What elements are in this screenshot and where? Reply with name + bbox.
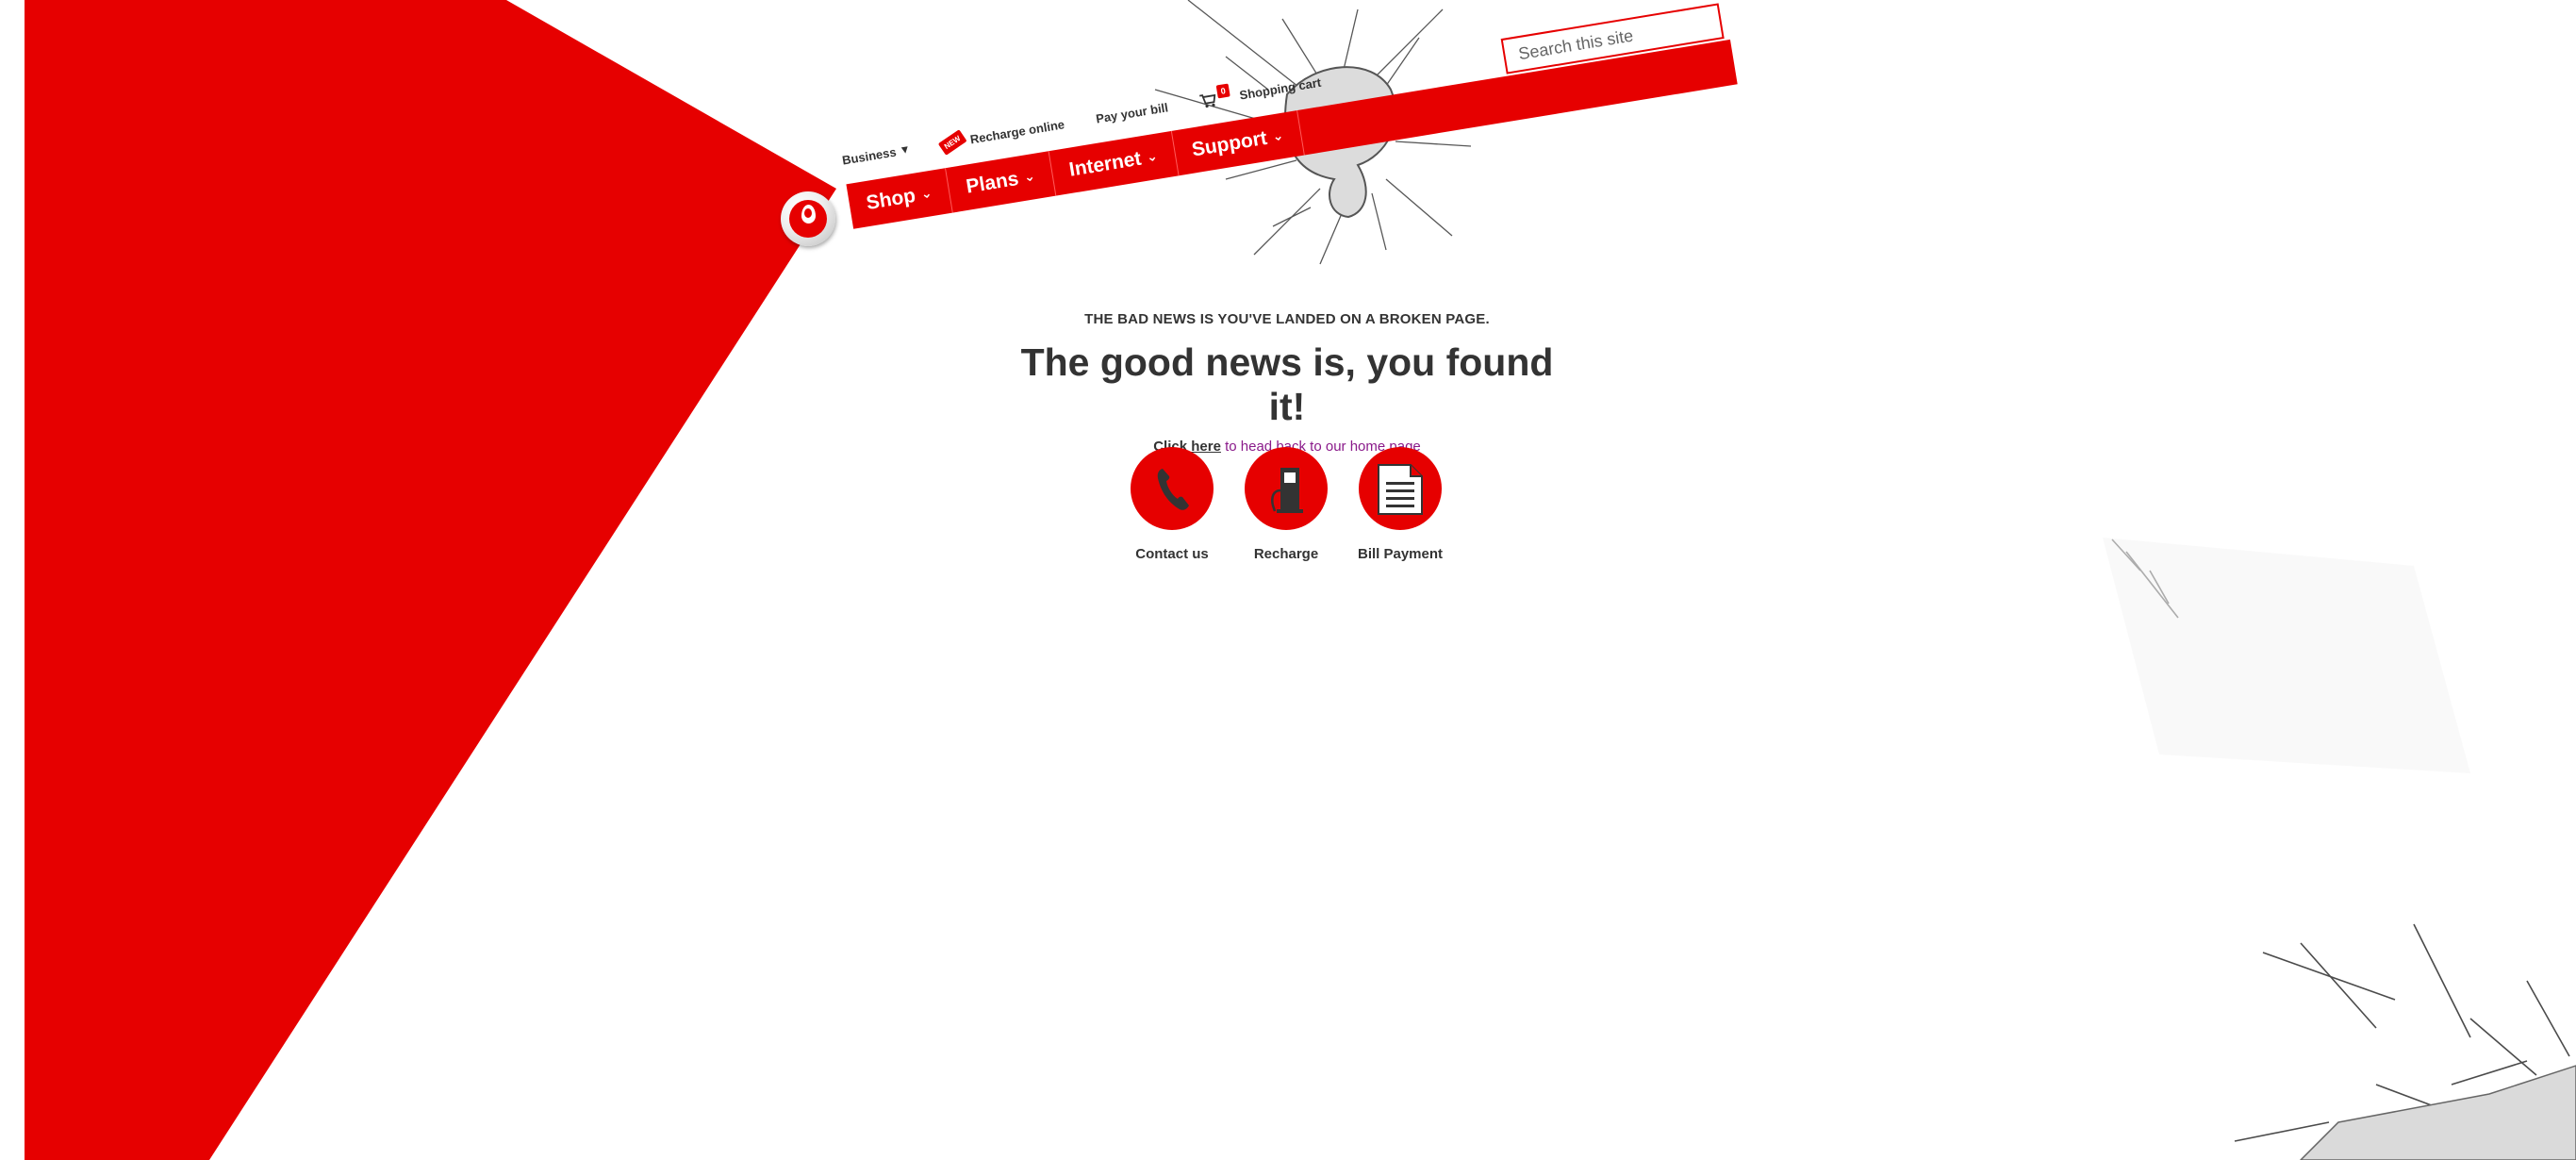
recharge-online-link[interactable]: NEW Recharge online [937, 116, 1065, 156]
business-link[interactable]: Business ▾ [841, 141, 910, 168]
page-title: The good news is, you found it! [1020, 340, 1554, 428]
nav-item-plans[interactable]: Plans ⌄ [946, 151, 1057, 213]
chevron-down-icon: ⌄ [1145, 147, 1159, 164]
chevron-down-icon: ⌄ [919, 184, 933, 202]
red-wedge-shape [25, 0, 836, 1160]
document-icon [1378, 464, 1423, 515]
contact-us-circle [1131, 447, 1214, 530]
left-edge-strip [0, 0, 25, 1160]
contact-us-label: Contact us [1135, 546, 1209, 562]
bill-payment-label: Bill Payment [1357, 546, 1444, 562]
chevron-down-icon: ⌄ [1271, 126, 1285, 144]
error-page: Business ▾ NEW Recharge online Pay your … [0, 0, 2576, 1160]
vodafone-logo[interactable] [781, 191, 835, 246]
fuel-pump-icon [1271, 468, 1303, 513]
speechmark-icon [801, 205, 816, 224]
error-message: THE BAD NEWS IS YOU'VE LANDED ON A BROKE… [1004, 311, 1570, 455]
nav-item-shop[interactable]: Shop ⌄ [846, 168, 954, 229]
business-label: Business [841, 143, 898, 168]
recharge-link[interactable]: Recharge [1245, 447, 1328, 562]
quick-links: Contact us Recharge Bill Payment [1131, 447, 1444, 562]
bill-payment-link[interactable]: Bill Payment [1357, 447, 1444, 562]
glass-shard-shape [2103, 538, 2470, 773]
cart-icon [1199, 93, 1216, 108]
recharge-online-label: Recharge online [968, 116, 1065, 146]
contact-us-link[interactable]: Contact us [1131, 447, 1214, 562]
nav-item-label: Shop [865, 184, 917, 215]
shopping-cart-link[interactable]: 0 Shopping cart [1198, 75, 1322, 109]
pay-bill-label: Pay your bill [1095, 99, 1169, 126]
new-badge: NEW [937, 128, 967, 156]
phone-icon [1157, 469, 1189, 510]
shopping-cart-label: Shopping cart [1238, 75, 1323, 103]
nav-item-label: Support [1190, 126, 1269, 161]
chevron-down-icon: ⌄ [1022, 167, 1036, 185]
chevron-down-icon: ▾ [900, 140, 910, 157]
pay-bill-link[interactable]: Pay your bill [1095, 100, 1169, 125]
glass-hole-bottom-shape [2299, 1065, 2576, 1160]
error-eyebrow: THE BAD NEWS IS YOU'VE LANDED ON A BROKE… [1084, 311, 1490, 327]
recharge-circle [1245, 447, 1328, 530]
logo-mark [789, 200, 827, 238]
recharge-label: Recharge [1253, 546, 1319, 562]
nav-item-label: Internet [1067, 147, 1143, 181]
bill-payment-circle [1359, 447, 1442, 530]
nav-item-label: Plans [964, 167, 1020, 198]
cart-count-badge: 0 [1215, 83, 1230, 99]
